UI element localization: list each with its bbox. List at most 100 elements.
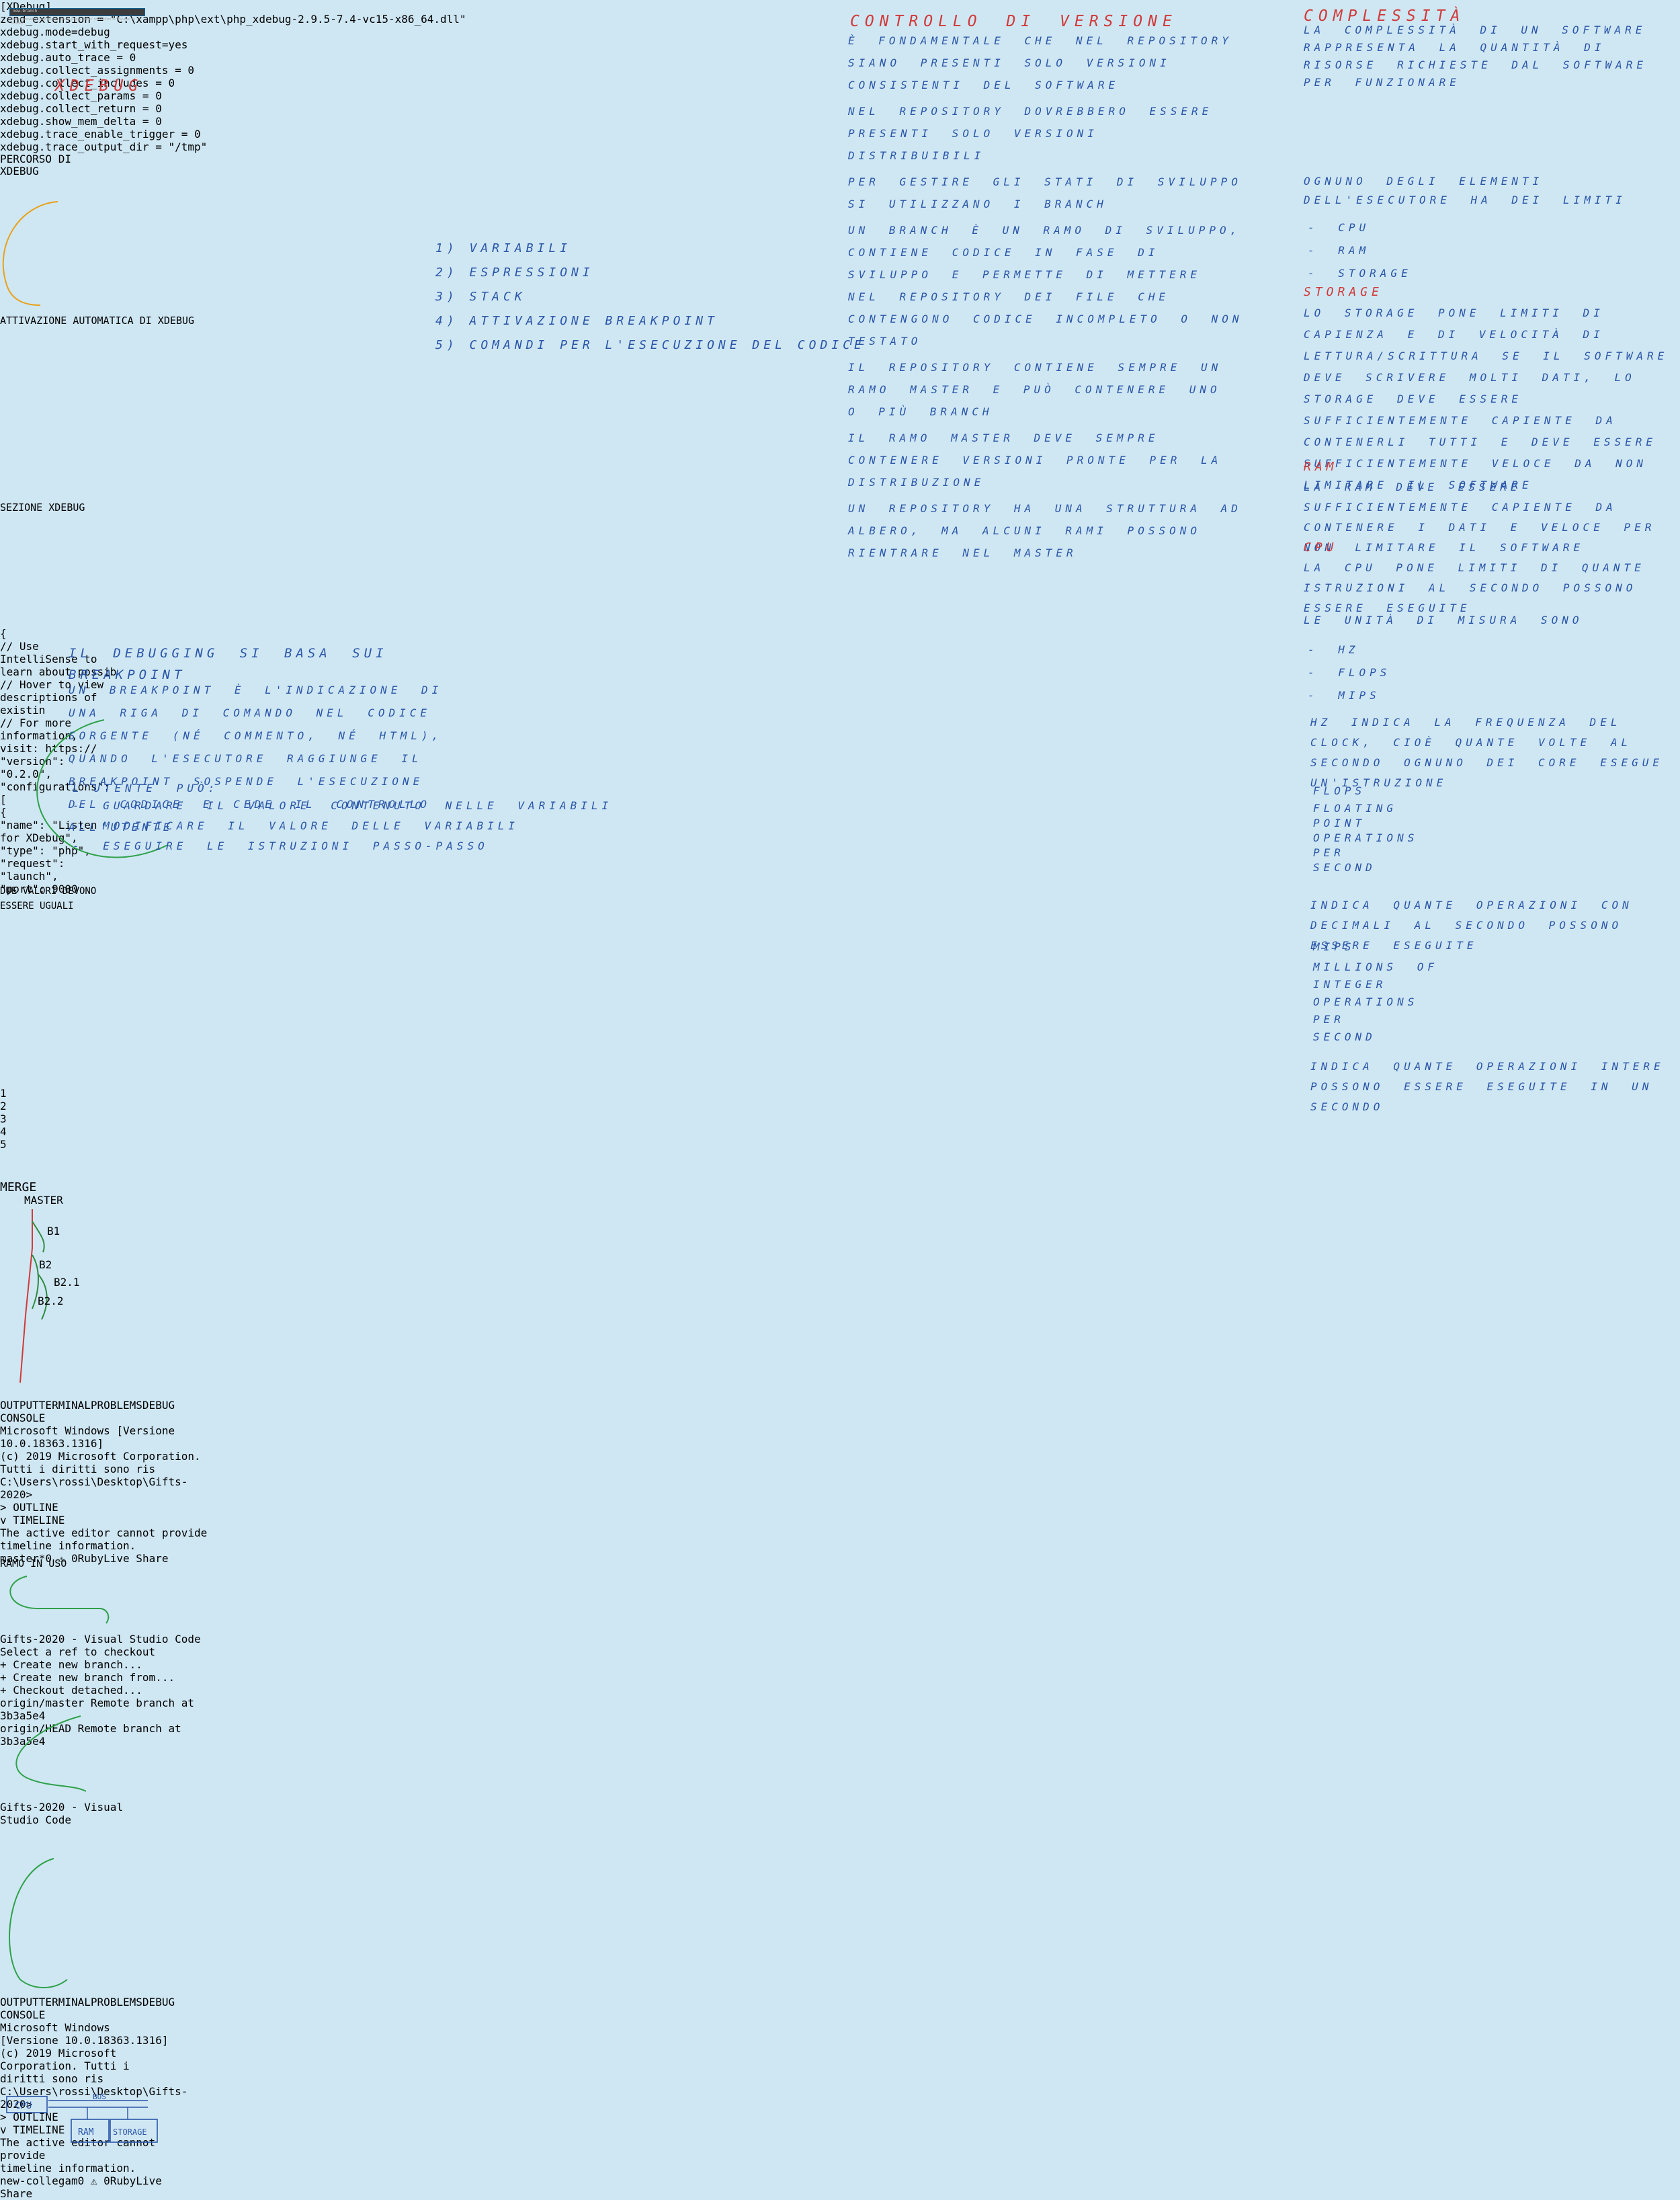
terminal-tab[interactable]: OUTPUT	[0, 1996, 39, 2008]
versioning-paragraph: UN REPOSITORY HA UNA STRUTTURA AD ALBERO…	[848, 502, 1262, 559]
new-branch-hint: Please provide a new branch name (Press …	[11, 17, 136, 26]
terminal-tabs-2: OUTPUTTERMINALPROBLEMSDEBUG CONSOLE	[0, 1996, 175, 2021]
terminal-tab[interactable]: TERMINAL	[39, 1399, 91, 1412]
branch-menu-prompt: Select a ref to checkout	[0, 1645, 156, 1658]
mips-word: PER	[1313, 1013, 1345, 1026]
graph-master-label: MASTER	[24, 1194, 63, 1207]
phpinfo-detail-table	[4, 523, 13, 589]
values-note: DUE VALORI DEVONO ESSERE UGUALI	[0, 886, 97, 911]
phpinfo-row	[1, 366, 8, 367]
status-item[interactable]: 0 ⚠ 0	[78, 2174, 110, 2187]
status-bar-2: new-collegam0 ⚠ 0RubyLive Share	[0, 2174, 172, 2200]
phpinfo-row	[5, 570, 12, 571]
status-item[interactable]: Ruby	[78, 1552, 104, 1565]
units-intro: LE UNITÀ DI MISURA SONO	[1304, 614, 1583, 626]
branch-indicator[interactable]: new-collegam	[0, 2174, 78, 2187]
status-item[interactable]: Live Share	[103, 1552, 168, 1565]
status-item[interactable]: Ruby	[110, 2174, 136, 2187]
diagram-cpu: CPU	[15, 2101, 32, 2111]
branch-menu-item[interactable]: + Checkout detached...	[0, 1684, 207, 1697]
terminal-line: C:\Users\rossi\Desktop\Gifts-2020>	[0, 1475, 188, 1501]
versioning-text: È FONDAMENTALE CHE NEL REPOSITORY SIANO …	[848, 30, 1245, 568]
menu-arrow	[15, 1715, 87, 1792]
merge-label: MERGE	[0, 1180, 37, 1194]
terminal-output: Microsoft Windows [Versione 10.0.18363.1…	[0, 1424, 219, 1501]
phpinfo-row	[1, 374, 8, 375]
flops-word: SECOND	[1313, 861, 1376, 874]
phpinfo-row	[1, 403, 8, 405]
phpinfo-row	[1, 395, 8, 397]
sidebar-section: timeline information.	[0, 1539, 136, 1552]
mips-word: OPERATIONS	[1313, 995, 1419, 1008]
diagram-ram: RAM	[78, 2127, 94, 2137]
phpinfo-row	[5, 583, 12, 585]
terminal-line: Microsoft Windows [Versione 10.0.18363.1…	[0, 2021, 169, 2047]
debug-tool-item: 3) STACK	[435, 290, 526, 304]
mips-word: SECOND	[1313, 1030, 1376, 1043]
flops-word: PER	[1313, 846, 1345, 859]
new-branch-arrow	[9, 1858, 68, 1988]
elements-intro: OGNUNO DEGLI ELEMENTI DELL'ESECUTORE HA …	[1304, 175, 1626, 206]
phpinfo-row	[5, 586, 12, 587]
new-branch-window-title: Gifts-2020 - Visual Studio Code	[0, 1801, 124, 1826]
phpinfo-row	[1, 376, 8, 378]
flops-text: INDICA QUANTE OPERAZIONI CON DECIMALI AL…	[1310, 899, 1653, 952]
phpinfo-row	[1, 350, 8, 351]
storage-title: STORAGE	[1304, 285, 1383, 299]
mips-word: INTEGER	[1313, 978, 1387, 991]
complexity-definition: LA COMPLESSITÀ DI UN SOFTWARE RAPPRESENT…	[1304, 24, 1667, 89]
mips-expansion: MILLIONS OF INTEGER OPERATIONS PER SECOND	[1313, 959, 1438, 1046]
phpinfo-row	[1, 422, 8, 423]
debugging-user-can: L'UTENTE PUÒ:	[73, 782, 219, 795]
phpinfo-row	[5, 538, 12, 539]
cpu-title: CPU	[1304, 540, 1338, 555]
sidebar-section: timeline information.	[0, 2162, 136, 2174]
terminal-line: (c) 2019 Microsoft Corporation. Tutti i …	[0, 2047, 130, 2085]
phpinfo-row	[1, 382, 8, 383]
diagram-storage: STORAGE	[113, 2127, 147, 2137]
ram-title: RAM	[1304, 460, 1338, 474]
phpinfo-row	[5, 554, 12, 555]
branch-menu-screenshot: Gifts-2020 - Visual Studio Code Select a…	[0, 1633, 207, 1748]
phpinfo-row	[5, 532, 12, 534]
launch-line: {	[0, 627, 7, 640]
elements-list: - CPU - RAM - STORAGE	[1308, 216, 1412, 285]
phpinfo-row	[5, 543, 12, 544]
phpinfo-row	[1, 355, 8, 356]
debugging-bullet: - ESEGUIRE LE ISTRUZIONI PASSO-PASSO	[73, 840, 489, 852]
debug-tool-item: 2) ESPRESSIONI	[435, 266, 594, 280]
circle-variables	[0, 913, 38, 951]
terminal-line: Microsoft Windows [Versione 10.0.18363.1…	[0, 1424, 175, 1450]
mips-text: INDICA QUANTE OPERAZIONI INTERE POSSONO …	[1310, 1060, 1665, 1113]
circle-num-5: 5	[0, 1138, 7, 1151]
mips-word: MILLIONS OF	[1313, 961, 1438, 973]
phpinfo-row	[1, 414, 8, 415]
graph-b1-label: B1	[47, 1225, 60, 1237]
terminal-tab[interactable]: TERMINAL	[39, 1996, 91, 2008]
phpinfo-row	[5, 578, 12, 579]
xdebug-section-circle	[0, 514, 24, 523]
terminal-tab[interactable]: OUTPUT	[0, 1399, 39, 1412]
debug-tool-item: 5) COMANDI PER L'ESECUZIONE DEL CODICE	[435, 338, 866, 352]
versioning-paragraph: UN BRANCH È UN RAMO DI SVILUPPO, CONTIEN…	[848, 224, 1263, 348]
versioning-paragraph: NEL REPOSITORY DOVREBBERO ESSERE PRESENT…	[848, 105, 1232, 162]
phpinfo-row	[1, 419, 8, 421]
terminal-tab[interactable]: PROBLEMS	[91, 1996, 142, 2008]
branch-menu-item[interactable]: + Create new branch from...	[0, 1671, 207, 1684]
diagram-bus: BUS	[93, 2092, 106, 2101]
branch-menu-item[interactable]: + Create new branch...	[0, 1658, 207, 1671]
resource-item: - CPU	[1308, 221, 1370, 234]
flops-word: FLOATING	[1313, 802, 1398, 815]
terminal-tab[interactable]: PROBLEMS	[91, 1399, 142, 1412]
phpinfo-row	[1, 401, 8, 402]
phpinfo-row	[5, 565, 12, 566]
units-list: - Hz - FLOPs - MIPs	[1308, 639, 1390, 707]
debugging-bullet: - MODIFICARE IL VALORE DELLE VARIABILI	[73, 819, 519, 832]
xdebug-path-note: PERCORSO DI XDEBUG	[0, 153, 71, 177]
resource-item: - STORAGE	[1308, 267, 1412, 280]
phpinfo-row	[1, 371, 8, 372]
debug-tools-list: 1) VARIABILI 2) ESPRESSIONI 3) STACK 4) ATT…	[435, 237, 866, 358]
phpinfo-row	[5, 573, 12, 574]
ini-line: xdebug.collect_return = 0	[0, 102, 162, 115]
phpinfo-row	[1, 393, 8, 394]
